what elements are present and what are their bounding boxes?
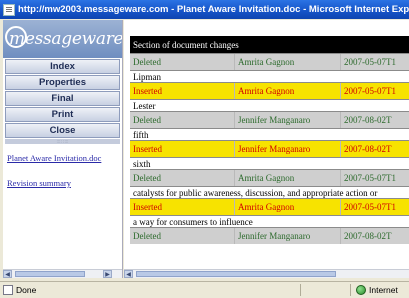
browser-window: http://mw2003.messageware.com - Planet A… [0,0,409,298]
change-author: Amrita Gagnon [235,54,341,70]
status-divider [350,284,351,296]
change-author: Amrita Gagnon [235,199,341,215]
change-type: Inserted [130,83,235,99]
nav-close-button[interactable]: Close [5,123,120,138]
content-scroll-left-icon[interactable]: ◀ [124,270,133,278]
content-scroll-thumb[interactable] [136,271,336,277]
change-author: Jennifer Manganaro [235,112,341,128]
inserted-change-row: Inserted Jennifer Manganaro 2007-08-02T [130,140,409,157]
changed-text-row: Lipman [130,70,409,82]
scroll-right-icon[interactable]: ▶ [103,270,112,278]
messageware-logo: messageware [3,20,122,58]
change-author: Jennifer Manganaro [235,141,341,157]
change-date: 2007-05-07T1 [344,86,396,96]
revision-summary-link[interactable]: Revision summary [7,178,71,188]
internet-globe-icon [356,285,366,295]
logo-ring-icon [5,26,27,48]
title-bar[interactable]: http://mw2003.messageware.com - Planet A… [0,0,409,19]
sidebar-scroll-thumb[interactable] [15,271,85,277]
deleted-change-row: Deleted Amrita Gagnon 2007-05-07T1 [130,169,409,186]
document-icon [3,3,15,16]
change-author: Amrita Gagnon [235,170,341,186]
inserted-change-row: Inserted Amrita Gagnon 2007-05-07T1 [130,82,409,99]
status-bar: Done Internet [0,281,409,298]
change-type: Inserted [130,141,235,157]
change-date: 2007-05-07T1 [344,202,396,212]
nav-resize-handle[interactable]: :::: :::: [5,139,120,144]
changed-text-row: catalysts for public awareness, discussi… [130,186,409,198]
change-author: Amrita Gagnon [235,83,341,99]
deleted-change-row: Deleted Jennifer Manganaro 2007-08-02T [130,111,409,128]
content-horizontal-scrollbar[interactable]: ◀ [124,269,409,278]
inserted-change-row: Inserted Amrita Gagnon 2007-05-07T1 [130,198,409,215]
scroll-left-icon[interactable]: ◀ [3,270,12,278]
status-text: Done [16,285,37,295]
changes-header: Section of document changes [130,36,409,53]
change-date: 2007-08-02T [344,231,392,241]
deleted-change-row: Deleted Jennifer Manganaro 2007-08-02T [130,227,409,244]
nav-print-button[interactable]: Print [5,107,120,122]
changed-text-row: a way for consumers to influence [130,215,409,227]
change-type: Deleted [130,228,235,244]
changed-text-row: fifth [130,128,409,140]
change-date: 2007-08-02T [344,115,392,125]
change-type: Deleted [130,112,235,128]
change-date: 2007-08-02T [344,144,392,154]
changed-text-row: Lester [130,99,409,111]
nav-final-button[interactable]: Final [5,91,120,106]
change-type: Deleted [130,54,235,70]
status-divider [300,284,301,296]
changes-table: Section of document changes Deleted Amrit… [130,36,409,244]
security-zone: Internet [369,285,398,295]
document-link[interactable]: Planet Aware Invitation.doc [7,153,101,163]
nav-index-button[interactable]: Index [5,59,120,74]
change-author: Jennifer Manganaro [235,228,341,244]
change-date: 2007-05-07T1 [344,173,396,183]
changes-pane: Section of document changes Deleted Amrit… [124,20,409,278]
sidebar-nav: Index Properties Final Print Close :::: … [3,58,122,144]
changed-text-row: sixth [130,157,409,169]
sidebar-horizontal-scrollbar[interactable]: ◀ ▶ [3,269,122,278]
change-type: Deleted [130,170,235,186]
nav-properties-button[interactable]: Properties [5,75,120,90]
change-date: 2007-05-07T1 [344,57,396,67]
logo-wordmark: messageware [5,26,122,49]
deleted-change-row: Deleted Amrita Gagnon 2007-05-07T1 [130,53,409,70]
sidebar: messageware Index Properties Final Print… [3,20,123,278]
page-done-icon [3,285,13,295]
change-type: Inserted [130,199,235,215]
window-title: http://mw2003.messageware.com - Planet A… [18,4,409,15]
